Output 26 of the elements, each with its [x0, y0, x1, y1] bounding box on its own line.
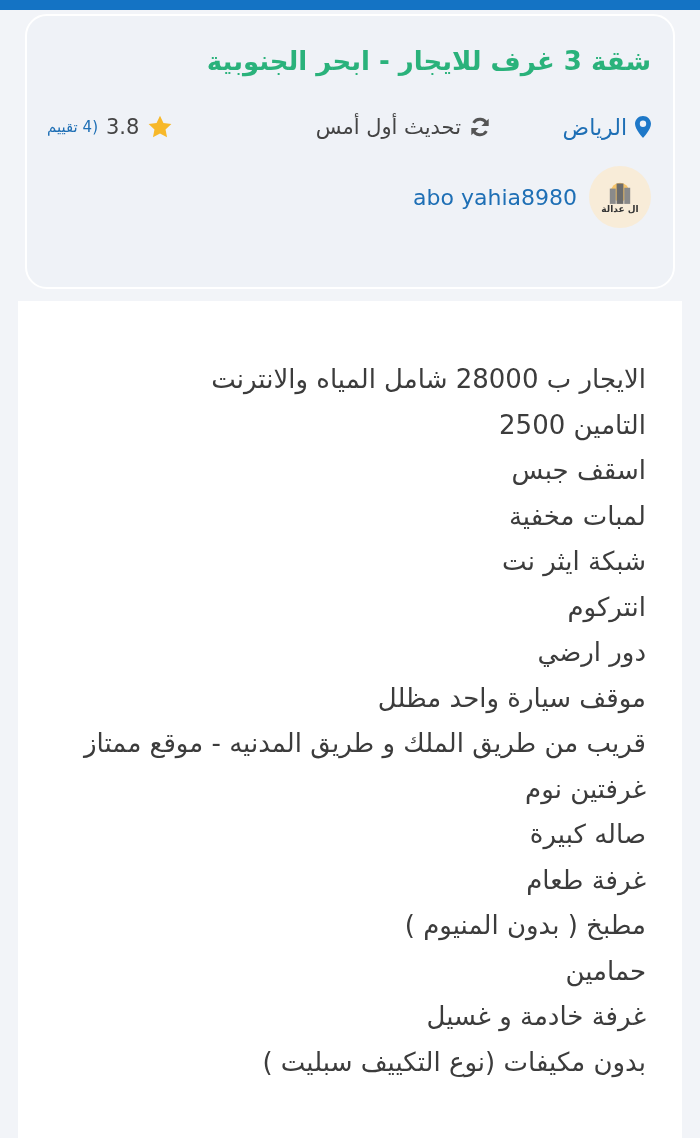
rating-value: 3.8 [106, 115, 140, 139]
rating-count-link[interactable]: (4 تقييم [47, 118, 98, 136]
description-line: اسقف جبس [510, 454, 646, 487]
description-line: دور ارضي [536, 636, 646, 670]
updated-time: تحديث أول أمس [315, 115, 461, 139]
city-link[interactable]: الرياض [562, 114, 627, 140]
location-pin-icon [635, 116, 651, 138]
description-line: حمامين [564, 954, 646, 989]
refresh-icon [469, 116, 491, 138]
description-line: قريب من طريق الملك و طريق المدنيه - موقع ممتاز [82, 727, 646, 761]
description-line: غرفتين نوم [524, 772, 646, 807]
description-line: غرفة طعام [525, 863, 646, 898]
description-line: صاله كبيرة [528, 818, 646, 852]
logo-text: ال عدالة [601, 204, 639, 214]
star-icon [147, 114, 174, 140]
description-line: مطبخ ( بدون المنيوم ) [403, 909, 646, 943]
seller-name-link[interactable]: abo yahia8980 [413, 184, 577, 210]
description-line: التامين 2500 [498, 408, 646, 443]
description-line: انتركوم [566, 590, 646, 625]
description-line: الايجار ب 28000 شامل المياه والانترنت [210, 363, 646, 397]
description-line: لمبات مخفية [507, 499, 646, 533]
description-line: غرفة خادمة و غسيل [425, 1000, 646, 1034]
listing-title: شقة 3 غرف للايجار - ابحر الجنوبية [205, 46, 651, 76]
description-line: شبكة ايثر نت [501, 545, 646, 579]
description-line: موقف سيارة واحد مظلل [376, 681, 646, 716]
description-line: بدون مكيفات (نوع التكييف سبليت ) [261, 1045, 646, 1080]
